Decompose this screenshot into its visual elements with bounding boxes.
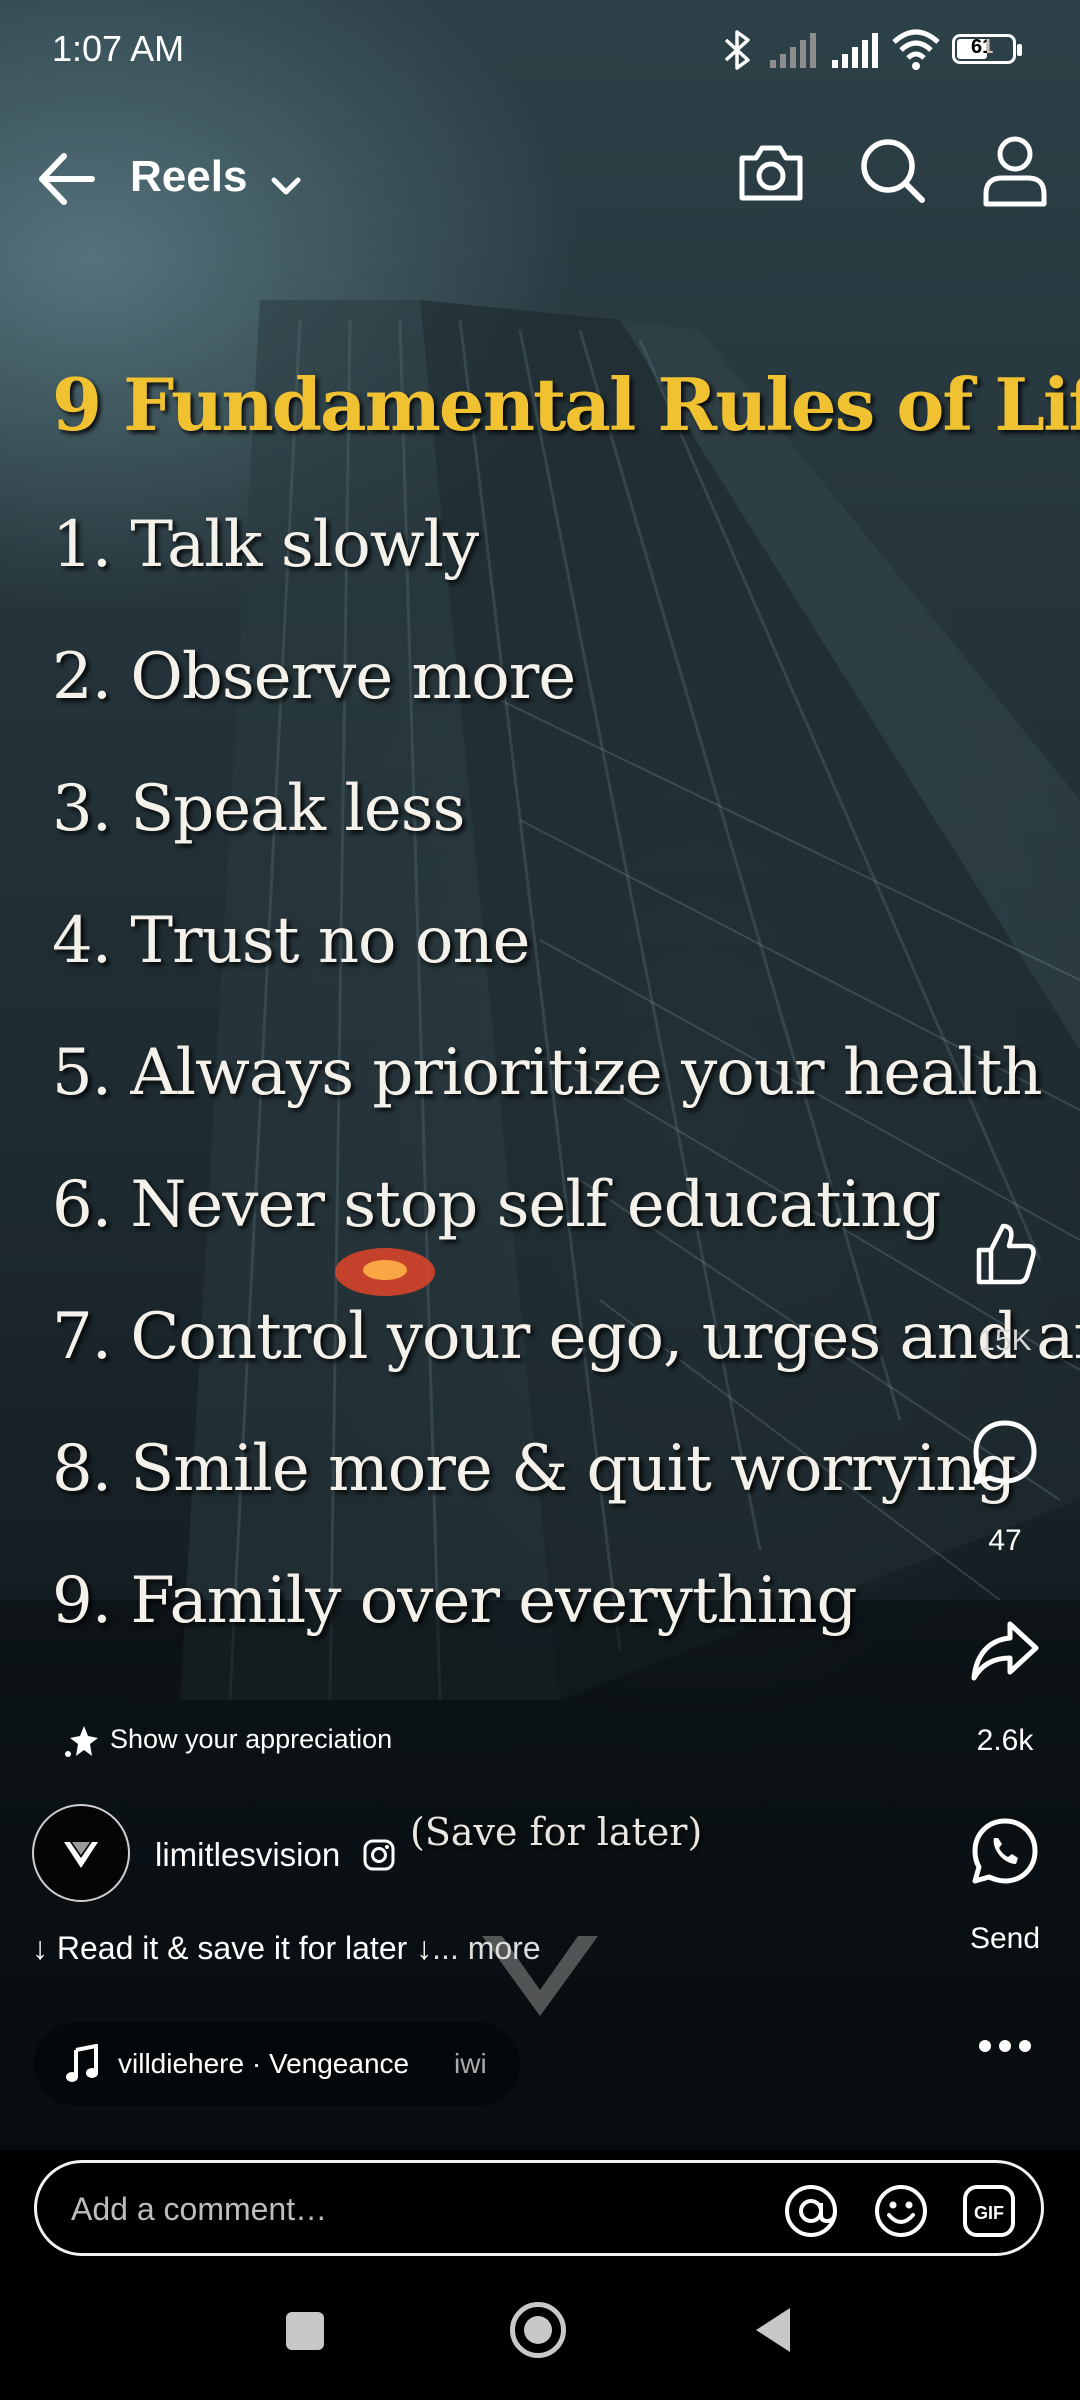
rule-item: 7. Control your ego, urges and anger: [52, 1300, 1080, 1374]
back-arrow-icon[interactable]: [36, 148, 98, 210]
rule-item: 5. Always prioritize your health: [52, 1036, 1043, 1110]
status-time: 1:07 AM: [52, 28, 185, 69]
profile-icon[interactable]: [980, 134, 1050, 208]
send-label[interactable]: Send: [930, 1922, 1080, 1956]
caption-text: ↓ Read it & save it for later ↓: [32, 1930, 433, 1966]
reel-title-text: 9 Fundamental Rules of Life:: [52, 362, 1080, 447]
back-button[interactable]: [752, 2306, 792, 2354]
music-pill[interactable]: villdiehere · Vengeance iwi: [34, 2022, 520, 2106]
post-caption[interactable]: ↓ Read it & save it for later ↓... more: [32, 1930, 541, 1967]
sparkle-gift-icon: [65, 1726, 98, 1757]
comment-icon[interactable]: [970, 1418, 1040, 1488]
rule-item: 9. Family over everything: [52, 1564, 857, 1638]
comment-placeholder: Add a comment…: [71, 2191, 328, 2227]
instagram-icon: [363, 1839, 395, 1871]
rule-item: 6. Never stop self educating: [52, 1168, 941, 1242]
more-icon[interactable]: [977, 2038, 1033, 2054]
rule-item: 2. Observe more: [52, 640, 576, 714]
emoji-icon[interactable]: [873, 2183, 929, 2239]
camera-icon[interactable]: [736, 138, 806, 208]
caption-more-link[interactable]: ... more: [432, 1930, 540, 1966]
like-count: 15K: [978, 1324, 1032, 1357]
battery-icon: 61: [952, 34, 1022, 64]
save-for-later-text: (Save for later): [410, 1810, 703, 1854]
reels-title[interactable]: Reels: [130, 152, 247, 202]
mention-icon[interactable]: [783, 2183, 839, 2239]
rule-item: 1. Talk slowly: [52, 508, 479, 582]
status-bar: 1:07 AM 61: [0, 0, 1080, 100]
reels-header: Reels: [0, 120, 1080, 240]
search-icon[interactable]: [858, 136, 928, 206]
comment-count: 47: [988, 1524, 1022, 1557]
share-count: 2.6k: [976, 1724, 1034, 1757]
music-track: villdiehere · Vengeance: [118, 2048, 410, 2079]
comment-input[interactable]: Add a comment… GIF: [34, 2160, 1044, 2256]
svg-text:GIF: GIF: [974, 2203, 1004, 2223]
share-icon[interactable]: [970, 1618, 1040, 1684]
chevron-down-icon[interactable]: [266, 166, 306, 206]
comment-bar: Add a comment… GIF: [0, 2150, 1080, 2270]
system-nav-bar: [0, 2270, 1080, 2400]
like-icon[interactable]: [973, 1220, 1039, 1286]
author-username[interactable]: limitlesvision: [155, 1836, 340, 1874]
music-note-icon: [66, 2044, 98, 2082]
signal-icon: [770, 33, 816, 68]
music-track-next: iwi: [454, 2048, 487, 2079]
signal-icon: [832, 33, 878, 68]
rule-item: 4. Trust no one: [52, 904, 531, 978]
author-avatar[interactable]: [32, 1804, 130, 1902]
recents-button[interactable]: [286, 2312, 324, 2350]
battery-level: 61: [971, 36, 994, 58]
wifi-icon: [892, 29, 940, 70]
home-button[interactable]: [510, 2302, 566, 2358]
gif-icon[interactable]: GIF: [961, 2183, 1017, 2239]
bluetooth-icon: [724, 30, 750, 70]
rule-item: 3. Speak less: [52, 772, 465, 846]
whatsapp-icon[interactable]: [970, 1816, 1040, 1886]
appreciation-label: Show your appreciation: [110, 1724, 393, 1754]
limitless-logo: [64, 1842, 98, 1868]
reels-screen: 1:07 AM 61 Reels 9 Fundamental Rules of …: [0, 0, 1080, 2400]
rule-item: 8. Smile more & quit worrying: [52, 1432, 1016, 1506]
